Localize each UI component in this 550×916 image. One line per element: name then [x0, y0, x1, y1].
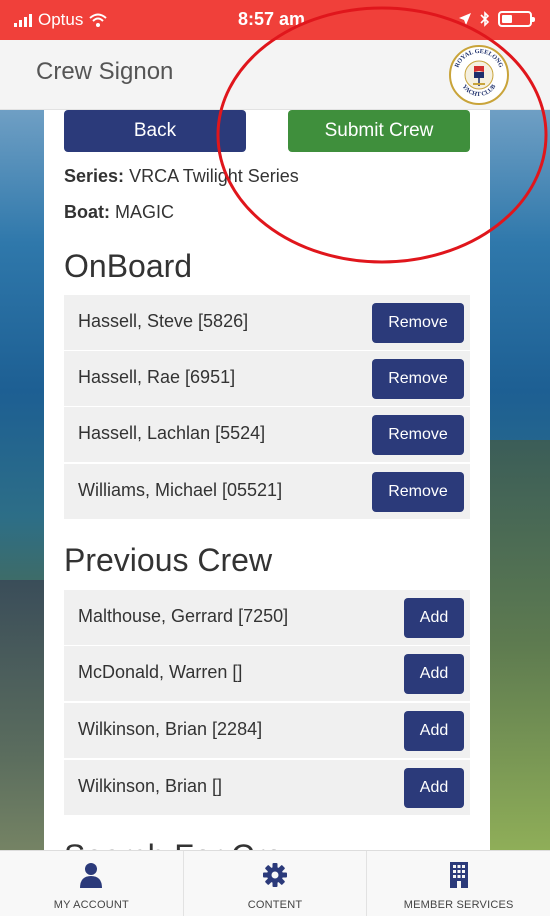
status-time: 8:57 am — [238, 9, 306, 29]
bottom-tab-bar: MY ACCOUNT CONTENT MEMBER SERVICES — [0, 850, 550, 916]
crew-name: Hassell, Steve [5826] — [78, 311, 249, 331]
onboard-row: Hassell, Steve [5826] Remove — [64, 295, 470, 350]
boat-info: Boat: MAGIC — [64, 202, 174, 223]
boat-value: MAGIC — [115, 202, 175, 222]
previous-crew-heading: Previous Crew — [64, 542, 273, 578]
gear-icon — [263, 863, 287, 887]
add-button[interactable]: Add — [404, 598, 464, 638]
location-icon — [459, 13, 471, 25]
building-icon — [449, 862, 468, 888]
wifi-icon — [89, 13, 108, 27]
remove-button[interactable]: Remove — [372, 415, 464, 455]
series-label: Series: — [64, 166, 125, 186]
club-logo: ROYAL GEELONG YACHT CLUB — [449, 45, 509, 105]
tab-label: CONTENT — [247, 899, 303, 911]
battery-icon — [498, 11, 535, 27]
previous-crew-row: Malthouse, Gerrard [7250] Add — [64, 590, 470, 645]
submit-crew-button[interactable]: Submit Crew — [288, 110, 470, 152]
back-button[interactable]: Back — [64, 110, 246, 152]
crew-name: Williams, Michael [05521] — [78, 480, 283, 500]
crew-signon-card: Back Submit Crew Series: VRCA Twilight S… — [44, 110, 490, 850]
add-button[interactable]: Add — [404, 654, 464, 694]
tab-label: MEMBER SERVICES — [403, 899, 514, 911]
person-icon — [80, 863, 103, 888]
crew-name: Wilkinson, Brian [] — [78, 776, 223, 796]
status-bar: Optus 8:57 am — [0, 0, 550, 40]
tab-member-services[interactable]: MEMBER SERVICES — [366, 851, 550, 916]
crew-name: Malthouse, Gerrard [7250] — [78, 606, 289, 626]
crew-name: Hassell, Lachlan [5524] — [78, 423, 266, 443]
onboard-row: Williams, Michael [05521] Remove — [64, 464, 470, 519]
tab-label: MY ACCOUNT — [53, 899, 129, 911]
boat-label: Boat: — [64, 202, 110, 222]
bluetooth-icon — [480, 11, 490, 27]
series-value: VRCA Twilight Series — [129, 166, 299, 186]
status-icons — [458, 11, 535, 27]
onboard-heading: OnBoard — [64, 248, 193, 284]
previous-crew-row: Wilkinson, Brian [2284] Add — [64, 703, 470, 758]
crew-name: McDonald, Warren [] — [78, 662, 243, 682]
tab-my-account[interactable]: MY ACCOUNT — [0, 851, 183, 916]
remove-button[interactable]: Remove — [372, 303, 464, 343]
signal-icon — [14, 13, 32, 27]
carrier-info: Optus — [14, 10, 108, 30]
background-pier — [0, 580, 44, 880]
add-button[interactable]: Add — [404, 768, 464, 808]
onboard-row: Hassell, Rae [6951] Remove — [64, 351, 470, 406]
add-button[interactable]: Add — [404, 711, 464, 751]
search-crew-heading: Search For Crew — [64, 838, 306, 850]
onboard-row: Hassell, Lachlan [5524] Remove — [64, 407, 470, 462]
app-header: Crew Signon ROYAL GEELONG YACHT CLUB — [0, 40, 550, 110]
carrier-name: Optus — [38, 10, 84, 29]
previous-crew-row: Wilkinson, Brian [] Add — [64, 760, 470, 815]
tab-content[interactable]: CONTENT — [182, 851, 367, 916]
remove-button[interactable]: Remove — [372, 472, 464, 512]
background-foliage — [490, 440, 550, 850]
previous-crew-row: McDonald, Warren [] Add — [64, 646, 470, 701]
page-title: Crew Signon — [36, 58, 174, 85]
crew-name: Wilkinson, Brian [2284] — [78, 719, 263, 739]
crew-name: Hassell, Rae [6951] — [78, 367, 236, 387]
remove-button[interactable]: Remove — [372, 359, 464, 399]
series-info: Series: VRCA Twilight Series — [64, 166, 299, 187]
